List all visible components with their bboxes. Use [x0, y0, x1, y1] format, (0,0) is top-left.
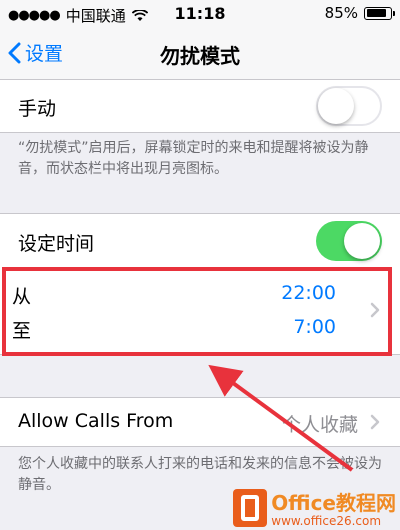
battery-percent: 85% [324, 4, 358, 22]
battery-icon [364, 6, 395, 20]
watermark: Office教程网 www.office26.com [233, 487, 396, 528]
scheduled-label: 设定时间 [18, 233, 95, 255]
watermark-title: Office教程网 [271, 491, 396, 515]
toggle-knob [318, 88, 354, 124]
chevron-right-icon [370, 414, 380, 430]
manual-row: 手动 [0, 80, 400, 132]
office-logo-icon [233, 488, 268, 527]
allow-calls-label: Allow Calls From [18, 410, 174, 432]
manual-toggle[interactable] [316, 86, 382, 126]
navigation-bar: 设置 勿扰模式 [0, 28, 400, 80]
scheduled-row: 设定时间 [0, 214, 400, 268]
allow-calls-row[interactable]: Allow Calls From 个人收藏 [0, 398, 400, 446]
manual-footer-text: “勿扰模式”启用后，屏幕锁定时的来电和提醒将被设为静音，而状态栏中将出现月亮图标… [18, 140, 369, 177]
toggle-knob [344, 223, 380, 259]
divider [0, 446, 400, 447]
scheduled-toggle[interactable] [316, 221, 382, 261]
manual-label: 手动 [18, 98, 57, 120]
battery-fill [366, 9, 387, 17]
divider [0, 132, 400, 133]
status-bar: ●●●●● 中国联通 11:18 85% [0, 0, 400, 28]
page-title: 勿扰模式 [160, 44, 240, 68]
allow-calls-value: 个人收藏 [281, 414, 358, 436]
watermark-url: www.office26.com [271, 514, 382, 528]
highlight-box [2, 267, 392, 356]
